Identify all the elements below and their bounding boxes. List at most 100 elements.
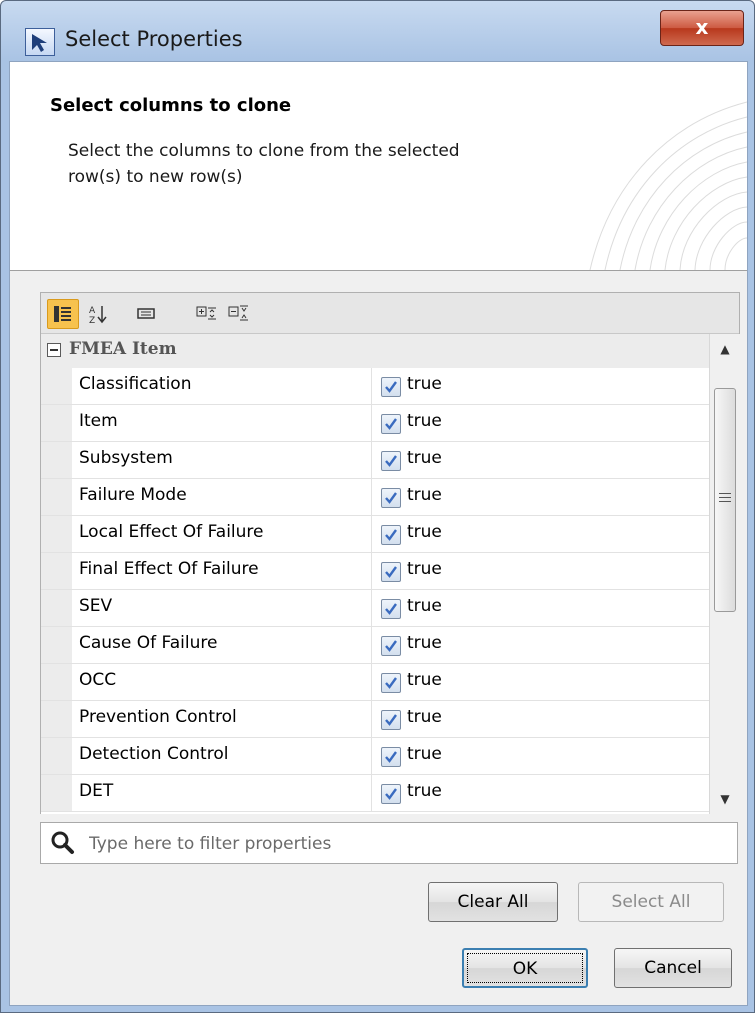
- title-bar[interactable]: Select Properties x: [1, 1, 754, 61]
- property-name: DET: [79, 781, 114, 801]
- checkmark-icon: [385, 492, 397, 504]
- property-checkbox[interactable]: [381, 673, 401, 693]
- properties-toolbar: A Z: [41, 293, 739, 331]
- row-gutter: [41, 590, 72, 626]
- property-value: true: [407, 781, 442, 801]
- cancel-button[interactable]: Cancel: [614, 948, 732, 988]
- property-row[interactable]: Classification true: [41, 368, 709, 405]
- property-value: true: [407, 596, 442, 616]
- property-value: true: [407, 707, 442, 727]
- checkmark-icon: [385, 788, 397, 800]
- description-area-icon[interactable]: [131, 299, 161, 327]
- dialog-app-icon: [25, 28, 55, 56]
- property-name: Local Effect Of Failure: [79, 522, 264, 542]
- column-divider: [371, 627, 372, 663]
- property-value: true: [407, 670, 442, 690]
- property-row[interactable]: Failure Mode true: [41, 479, 709, 516]
- vertical-scrollbar[interactable]: ▲ ▼: [709, 334, 740, 814]
- collapse-all-icon[interactable]: [223, 299, 253, 327]
- filter-input[interactable]: [87, 829, 731, 859]
- property-row[interactable]: DET true: [41, 775, 709, 812]
- scrollbar-thumb[interactable]: [714, 388, 736, 612]
- collapse-toggle-icon[interactable]: [47, 343, 61, 357]
- cancel-label: Cancel: [644, 958, 702, 978]
- header-decoration: [589, 101, 747, 270]
- property-name: Failure Mode: [79, 485, 187, 505]
- scroll-up-icon[interactable]: ▲: [710, 334, 740, 364]
- property-checkbox[interactable]: [381, 414, 401, 434]
- row-gutter: [41, 664, 72, 700]
- header-panel: Select columns to clone Select the colum…: [10, 62, 747, 271]
- row-gutter: [41, 738, 72, 774]
- property-name: Classification: [79, 374, 192, 394]
- checkmark-icon: [385, 566, 397, 578]
- expand-all-icon[interactable]: [191, 299, 221, 327]
- group-row-fmea-item[interactable]: FMEA Item: [41, 334, 709, 368]
- column-divider: [371, 368, 372, 404]
- property-row[interactable]: Detection Control true: [41, 738, 709, 775]
- close-button[interactable]: x: [660, 10, 744, 46]
- property-checkbox[interactable]: [381, 488, 401, 508]
- sort-alphabetically-icon[interactable]: A Z: [83, 299, 113, 327]
- property-checkbox[interactable]: [381, 710, 401, 730]
- row-gutter: [41, 442, 72, 478]
- column-divider: [371, 701, 372, 737]
- property-checkbox[interactable]: [381, 747, 401, 767]
- row-gutter: [41, 775, 72, 811]
- column-divider: [371, 738, 372, 774]
- property-checkbox[interactable]: [381, 451, 401, 471]
- property-row[interactable]: Subsystem true: [41, 442, 709, 479]
- column-divider: [371, 405, 372, 441]
- property-name: Cause Of Failure: [79, 633, 218, 653]
- checkmark-icon: [385, 529, 397, 541]
- property-name: Subsystem: [79, 448, 173, 468]
- row-gutter: [41, 553, 72, 589]
- dialog-body: Select columns to clone Select the colum…: [9, 61, 748, 1006]
- property-tree: FMEA Item Classification true Item true Subs…: [41, 333, 740, 814]
- property-row[interactable]: Cause Of Failure true: [41, 627, 709, 664]
- property-value: true: [407, 374, 442, 394]
- ok-button[interactable]: OK: [462, 948, 588, 988]
- property-name: Detection Control: [79, 744, 229, 764]
- column-divider: [371, 442, 372, 478]
- property-name: OCC: [79, 670, 117, 690]
- select-all-button[interactable]: Select All: [578, 882, 724, 922]
- column-divider: [371, 664, 372, 700]
- checkmark-icon: [385, 751, 397, 763]
- property-value: true: [407, 485, 442, 505]
- ok-label: OK: [512, 959, 538, 979]
- property-row[interactable]: SEV true: [41, 590, 709, 627]
- scroll-down-icon[interactable]: ▼: [710, 784, 740, 814]
- row-gutter: [41, 479, 72, 515]
- property-row[interactable]: Local Effect Of Failure true: [41, 516, 709, 553]
- column-divider: [371, 775, 372, 811]
- property-row[interactable]: Prevention Control true: [41, 701, 709, 738]
- properties-panel: A Z FMEA Item Classification true Item t…: [40, 292, 740, 814]
- property-checkbox[interactable]: [381, 784, 401, 804]
- property-checkbox[interactable]: [381, 636, 401, 656]
- clear-all-button[interactable]: Clear All: [428, 882, 558, 922]
- property-row[interactable]: Item true: [41, 405, 709, 442]
- property-checkbox[interactable]: [381, 562, 401, 582]
- property-checkbox[interactable]: [381, 377, 401, 397]
- filter-box: [40, 822, 738, 864]
- header-description: Select the columns to clone from the sel…: [68, 141, 460, 187]
- property-value: true: [407, 411, 442, 431]
- property-name: Final Effect Of Failure: [79, 559, 259, 579]
- checkmark-icon: [385, 714, 397, 726]
- property-checkbox[interactable]: [381, 525, 401, 545]
- select-properties-dialog: Select Properties x Select columns to cl…: [0, 0, 755, 1013]
- column-divider: [371, 479, 372, 515]
- svg-text:A: A: [89, 306, 96, 316]
- row-gutter: [41, 516, 72, 552]
- property-value: true: [407, 559, 442, 579]
- property-name: Prevention Control: [79, 707, 237, 727]
- property-row[interactable]: Final Effect Of Failure true: [41, 553, 709, 590]
- categorized-view-icon[interactable]: [47, 299, 79, 329]
- property-name: SEV: [79, 596, 113, 616]
- dialog-title: Select Properties: [65, 27, 243, 51]
- property-checkbox[interactable]: [381, 599, 401, 619]
- header-title: Select columns to clone: [50, 95, 292, 116]
- property-row[interactable]: OCC true: [41, 664, 709, 701]
- svg-text:Z: Z: [89, 316, 95, 324]
